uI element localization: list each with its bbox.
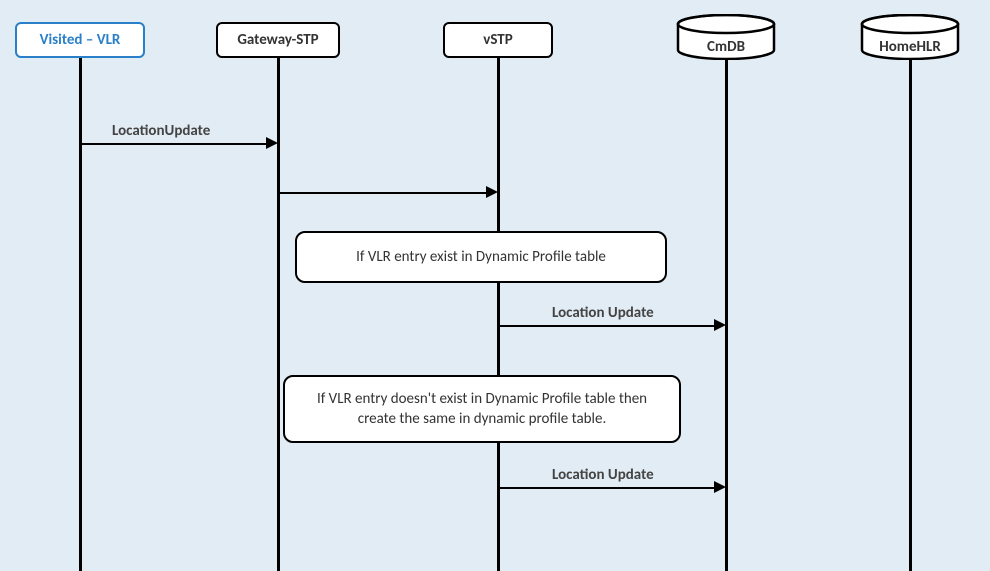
lifeline-cmdb xyxy=(725,58,728,571)
message-label: Location Update xyxy=(552,466,654,484)
participant-label: HomeHLR xyxy=(860,38,960,56)
note-vlr-entry-exists: If VLR entry exist in Dynamic Profile ta… xyxy=(295,231,667,283)
participant-label: vSTP xyxy=(483,31,512,49)
participant-vstp: vSTP xyxy=(443,22,553,58)
message-label: Location Update xyxy=(552,304,654,322)
lifeline-homehlr xyxy=(909,58,912,571)
note-text: If VLR entry exist in Dynamic Profile ta… xyxy=(356,247,606,267)
lifeline-gateway-stp xyxy=(277,58,280,571)
participant-cmdb: CmDB xyxy=(676,14,776,60)
note-vlr-entry-not-exists: If VLR entry doesn't exist in Dynamic Pr… xyxy=(283,375,681,443)
participant-gateway-stp: Gateway-STP xyxy=(216,22,340,58)
sequence-diagram: Visited – VLR Gateway-STP vSTP CmDB Home… xyxy=(0,0,990,571)
participant-label: CmDB xyxy=(676,38,776,56)
participant-label: Visited – VLR xyxy=(40,31,121,49)
note-text: If VLR entry doesn't exist in Dynamic Pr… xyxy=(303,389,661,430)
message-label: LocationUpdate xyxy=(112,122,210,140)
participant-label: Gateway-STP xyxy=(237,31,318,49)
participant-homehlr: HomeHLR xyxy=(860,14,960,60)
lifeline-vstp xyxy=(497,58,500,571)
participant-visited-vlr: Visited – VLR xyxy=(15,22,145,58)
lifeline-visited-vlr xyxy=(79,58,82,571)
